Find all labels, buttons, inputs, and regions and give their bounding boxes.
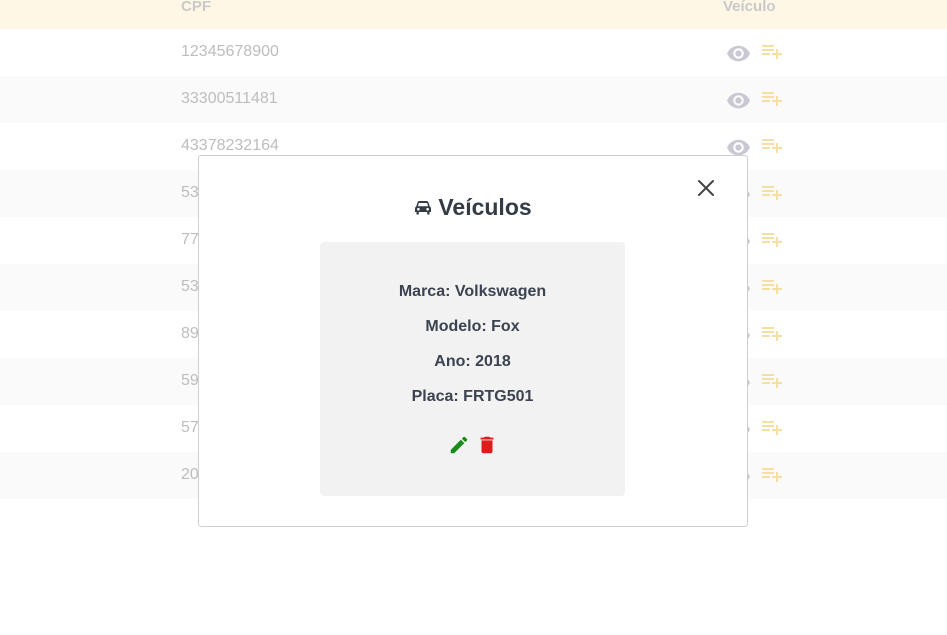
table-row: 12345678900 [0,29,947,76]
cpf-cell: 33300511481 [181,90,278,107]
pencil-icon[interactable] [448,434,470,456]
eye-icon[interactable] [726,88,751,109]
vehicle-card: Marca: Volkswagen Modelo: Fox Ano: 2018 … [320,242,625,496]
cpf-cell: 43378232164 [181,137,279,154]
column-header-veiculo: Veículo [723,0,776,15]
cpf-cell: 53 [181,184,199,201]
car-icon [415,200,432,214]
cpf-cell: 20 [181,466,199,483]
vehicles-modal: Veículos Marca: Volkswagen Modelo: Fox A… [198,155,748,527]
playlist-add-icon[interactable] [760,321,784,345]
eye-icon[interactable] [726,135,751,156]
page: CPF Veículo 12345678900 33300511481 433782… [0,0,947,635]
playlist-add-icon[interactable] [760,274,784,298]
vehicle-placa: Placa: FRTG501 [411,388,534,405]
cpf-cell: 77 [181,231,199,248]
playlist-add-icon[interactable] [760,462,784,486]
vehicle-ano: Ano: 2018 [434,353,511,370]
playlist-add-icon[interactable] [760,368,784,392]
modal-title: Veículos [199,194,747,221]
playlist-add-icon[interactable] [760,86,784,110]
eye-icon[interactable] [726,41,751,62]
cpf-cell: 12345678900 [181,43,279,60]
playlist-add-icon[interactable] [760,180,784,204]
cpf-cell: 89 [181,325,199,342]
playlist-add-icon[interactable] [760,39,784,63]
table-row: 33300511481 [0,76,947,123]
column-header-cpf: CPF [181,0,211,15]
vehicle-modelo: Modelo: Fox [425,318,520,335]
cpf-cell: 53 [181,278,199,295]
table-header: CPF Veículo [0,0,947,29]
playlist-add-icon[interactable] [760,133,784,157]
vehicle-actions [320,434,625,456]
trash-icon[interactable] [476,434,498,456]
modal-title-text: Veículos [438,194,532,220]
cpf-cell: 57 [181,419,199,436]
playlist-add-icon[interactable] [760,415,784,439]
vehicle-marca: Marca: Volkswagen [398,283,547,300]
cpf-cell: 59 [181,372,199,389]
playlist-add-icon[interactable] [760,227,784,251]
